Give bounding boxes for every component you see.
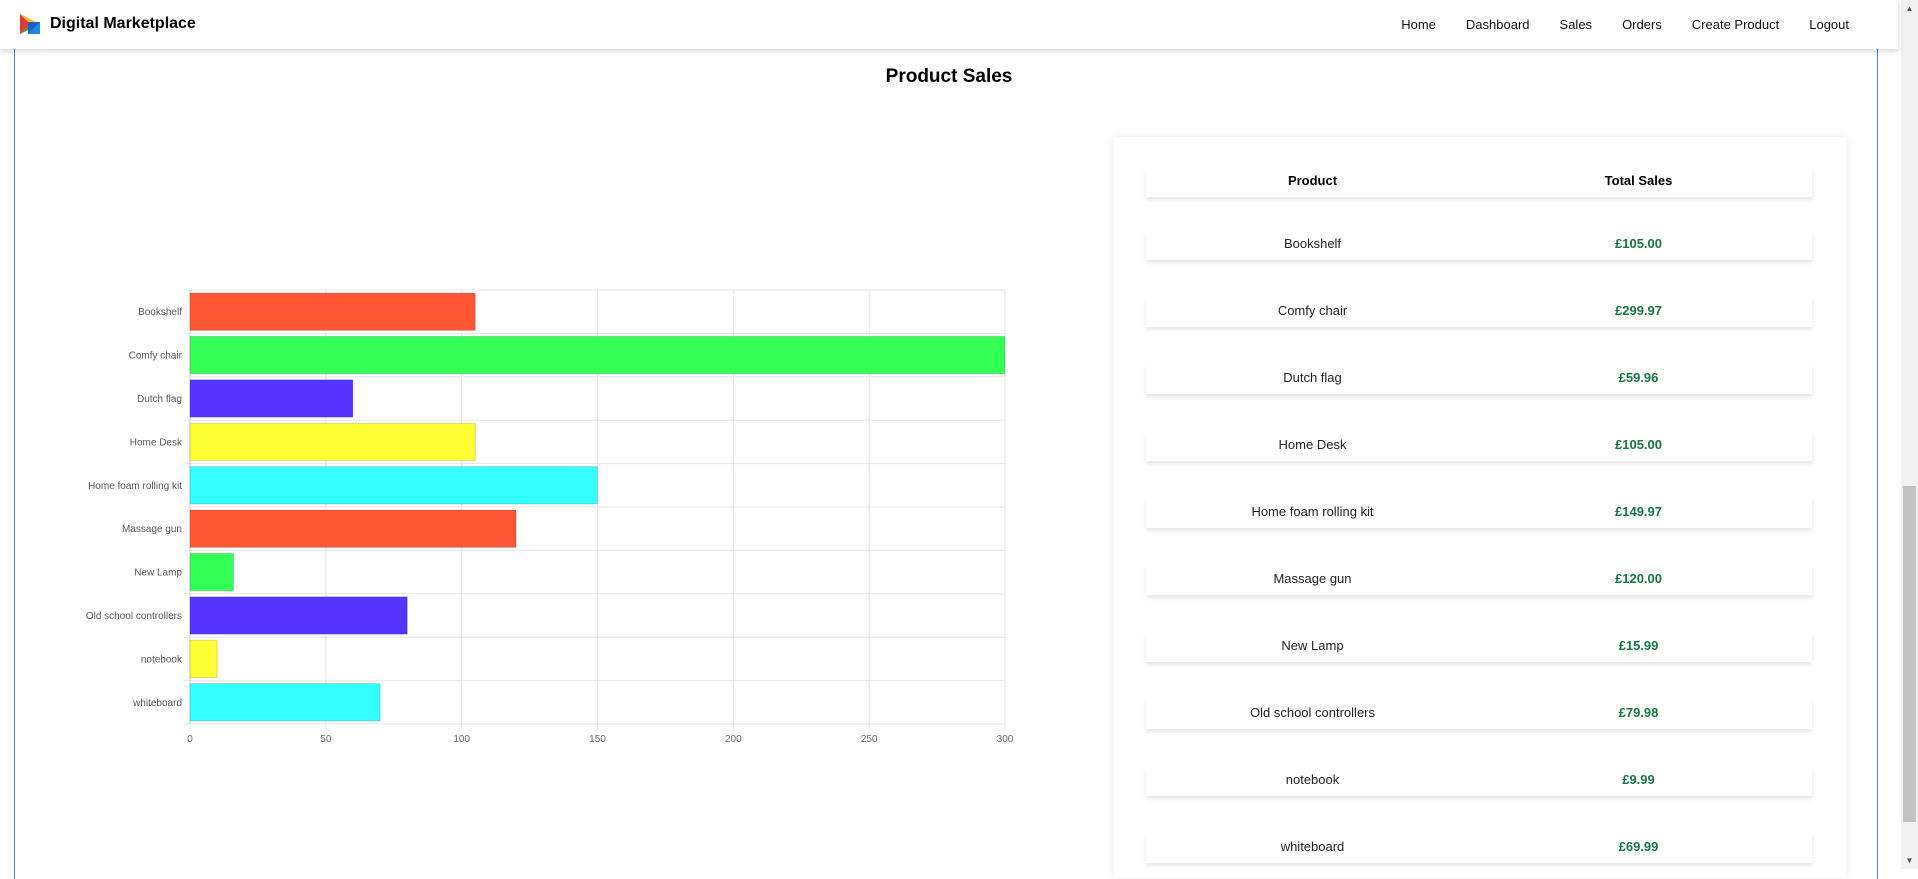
- table-row: Bookshelf £105.00: [1146, 230, 1812, 260]
- brand[interactable]: Digital Marketplace: [20, 14, 196, 34]
- y-category-label: Old school controllers: [86, 611, 182, 622]
- table-row: New Lamp £15.99: [1146, 632, 1812, 662]
- table-row: Home foam rolling kit £149.97: [1146, 498, 1812, 528]
- total-sales-cell: £69.99: [1618, 839, 1659, 854]
- x-tick-label: 300: [997, 734, 1014, 745]
- y-category-label: Home Desk: [130, 437, 183, 448]
- header-product: Product: [1287, 173, 1338, 188]
- table-row: Home Desk £105.00: [1146, 431, 1812, 461]
- x-tick-label: 200: [725, 734, 742, 745]
- product-name-cell: notebook: [1285, 772, 1340, 787]
- page-title: Product Sales: [885, 66, 1013, 87]
- table-row: notebook £9.99: [1146, 766, 1812, 796]
- table-row: Dutch flag £59.96: [1146, 364, 1812, 394]
- y-category-label: Comfy chair: [129, 351, 183, 362]
- bar-comfy-chair: [189, 335, 1006, 375]
- y-category-label: notebook: [141, 654, 183, 665]
- bar-old-school-controllers: [189, 596, 408, 635]
- product-name-cell: Comfy chair: [1277, 303, 1348, 318]
- total-sales-cell: £105.00: [1615, 236, 1662, 251]
- product-name-cell: Massage gun: [1273, 571, 1352, 586]
- total-sales-cell: £59.96: [1618, 370, 1659, 385]
- product-name-cell: Home foam rolling kit: [1251, 504, 1374, 519]
- nav-link-home[interactable]: Home: [1386, 17, 1451, 32]
- vertical-scrollbar[interactable]: ▲ ▼: [1901, 0, 1918, 869]
- sales-bar-chart: 0 50 100 150 200 250 300 Bookshelf Comfy chair Du…: [60, 280, 1020, 750]
- nav-link-orders[interactable]: Orders: [1607, 17, 1677, 32]
- bar-notebook: [189, 639, 218, 679]
- bar-bookshelf: [189, 292, 476, 331]
- total-sales-cell: £105.00: [1615, 437, 1662, 452]
- nav-link-dashboard[interactable]: Dashboard: [1451, 17, 1545, 32]
- y-category-label: Dutch flag: [137, 394, 182, 405]
- x-tick-label: 150: [589, 734, 606, 745]
- y-category-label: whiteboard: [132, 698, 182, 709]
- total-sales-cell: £79.98: [1618, 705, 1659, 720]
- y-category-label: Home foam rolling kit: [88, 481, 182, 492]
- marketplace-logo-icon: [20, 14, 40, 34]
- header-total-sales: Total Sales: [1604, 173, 1673, 188]
- bar-home-desk: [189, 422, 476, 462]
- nav-link-sales[interactable]: Sales: [1545, 17, 1608, 32]
- table-row: Old school controllers £79.98: [1146, 699, 1812, 729]
- x-tick-label: 0: [187, 734, 193, 745]
- table-header: Product Total Sales: [1146, 167, 1812, 197]
- chart-svg: 0 50 100 150 200 250 300 Bookshelf Comfy chair Du…: [86, 289, 1014, 745]
- table-row: Massage gun £120.00: [1146, 565, 1812, 595]
- y-category-label: Bookshelf: [138, 307, 182, 318]
- total-sales-cell: £15.99: [1618, 638, 1659, 653]
- bar-massage-gun: [189, 509, 517, 548]
- table-row: Comfy chair £299.97: [1146, 297, 1812, 327]
- scroll-up-icon[interactable]: ▲: [1901, 0, 1918, 17]
- scroll-down-icon[interactable]: ▼: [1901, 852, 1918, 869]
- total-sales-cell: £299.97: [1615, 303, 1662, 318]
- y-category-label: New Lamp: [134, 568, 182, 579]
- scrollbar-thumb[interactable]: [1903, 486, 1916, 822]
- total-sales-cell: £149.97: [1615, 504, 1662, 519]
- nav-links: Home Dashboard Sales Orders Create Produ…: [1386, 0, 1864, 49]
- product-name-cell: Bookshelf: [1283, 236, 1342, 251]
- bar-whiteboard: [189, 683, 381, 722]
- total-sales-cell: £120.00: [1615, 571, 1662, 586]
- bar-home-foam-rolling-kit: [189, 466, 598, 505]
- table-row: whiteboard £69.99: [1146, 833, 1812, 863]
- y-category-label: Massage gun: [122, 524, 182, 535]
- product-name-cell: Old school controllers: [1250, 705, 1375, 720]
- nav-link-logout[interactable]: Logout: [1794, 17, 1864, 32]
- nav-link-create-product[interactable]: Create Product: [1677, 17, 1794, 32]
- product-name-cell: New Lamp: [1281, 638, 1344, 653]
- x-tick-label: 50: [320, 734, 332, 745]
- bar-dutch-flag: [189, 379, 354, 418]
- bar-new-lamp: [189, 552, 234, 592]
- brand-name: Digital Marketplace: [50, 15, 196, 32]
- top-navbar: Digital Marketplace Home Dashboard Sales…: [0, 0, 1898, 49]
- product-name-cell: Home Desk: [1278, 437, 1347, 452]
- product-name-cell: Dutch flag: [1283, 370, 1342, 385]
- product-name-cell: whiteboard: [1280, 839, 1345, 854]
- total-sales-cell: £9.99: [1622, 772, 1655, 787]
- x-tick-label: 250: [861, 734, 878, 745]
- x-tick-label: 100: [453, 734, 470, 745]
- sales-table-card: Product Total Sales Bookshelf £105.00 Comf…: [1114, 137, 1846, 877]
